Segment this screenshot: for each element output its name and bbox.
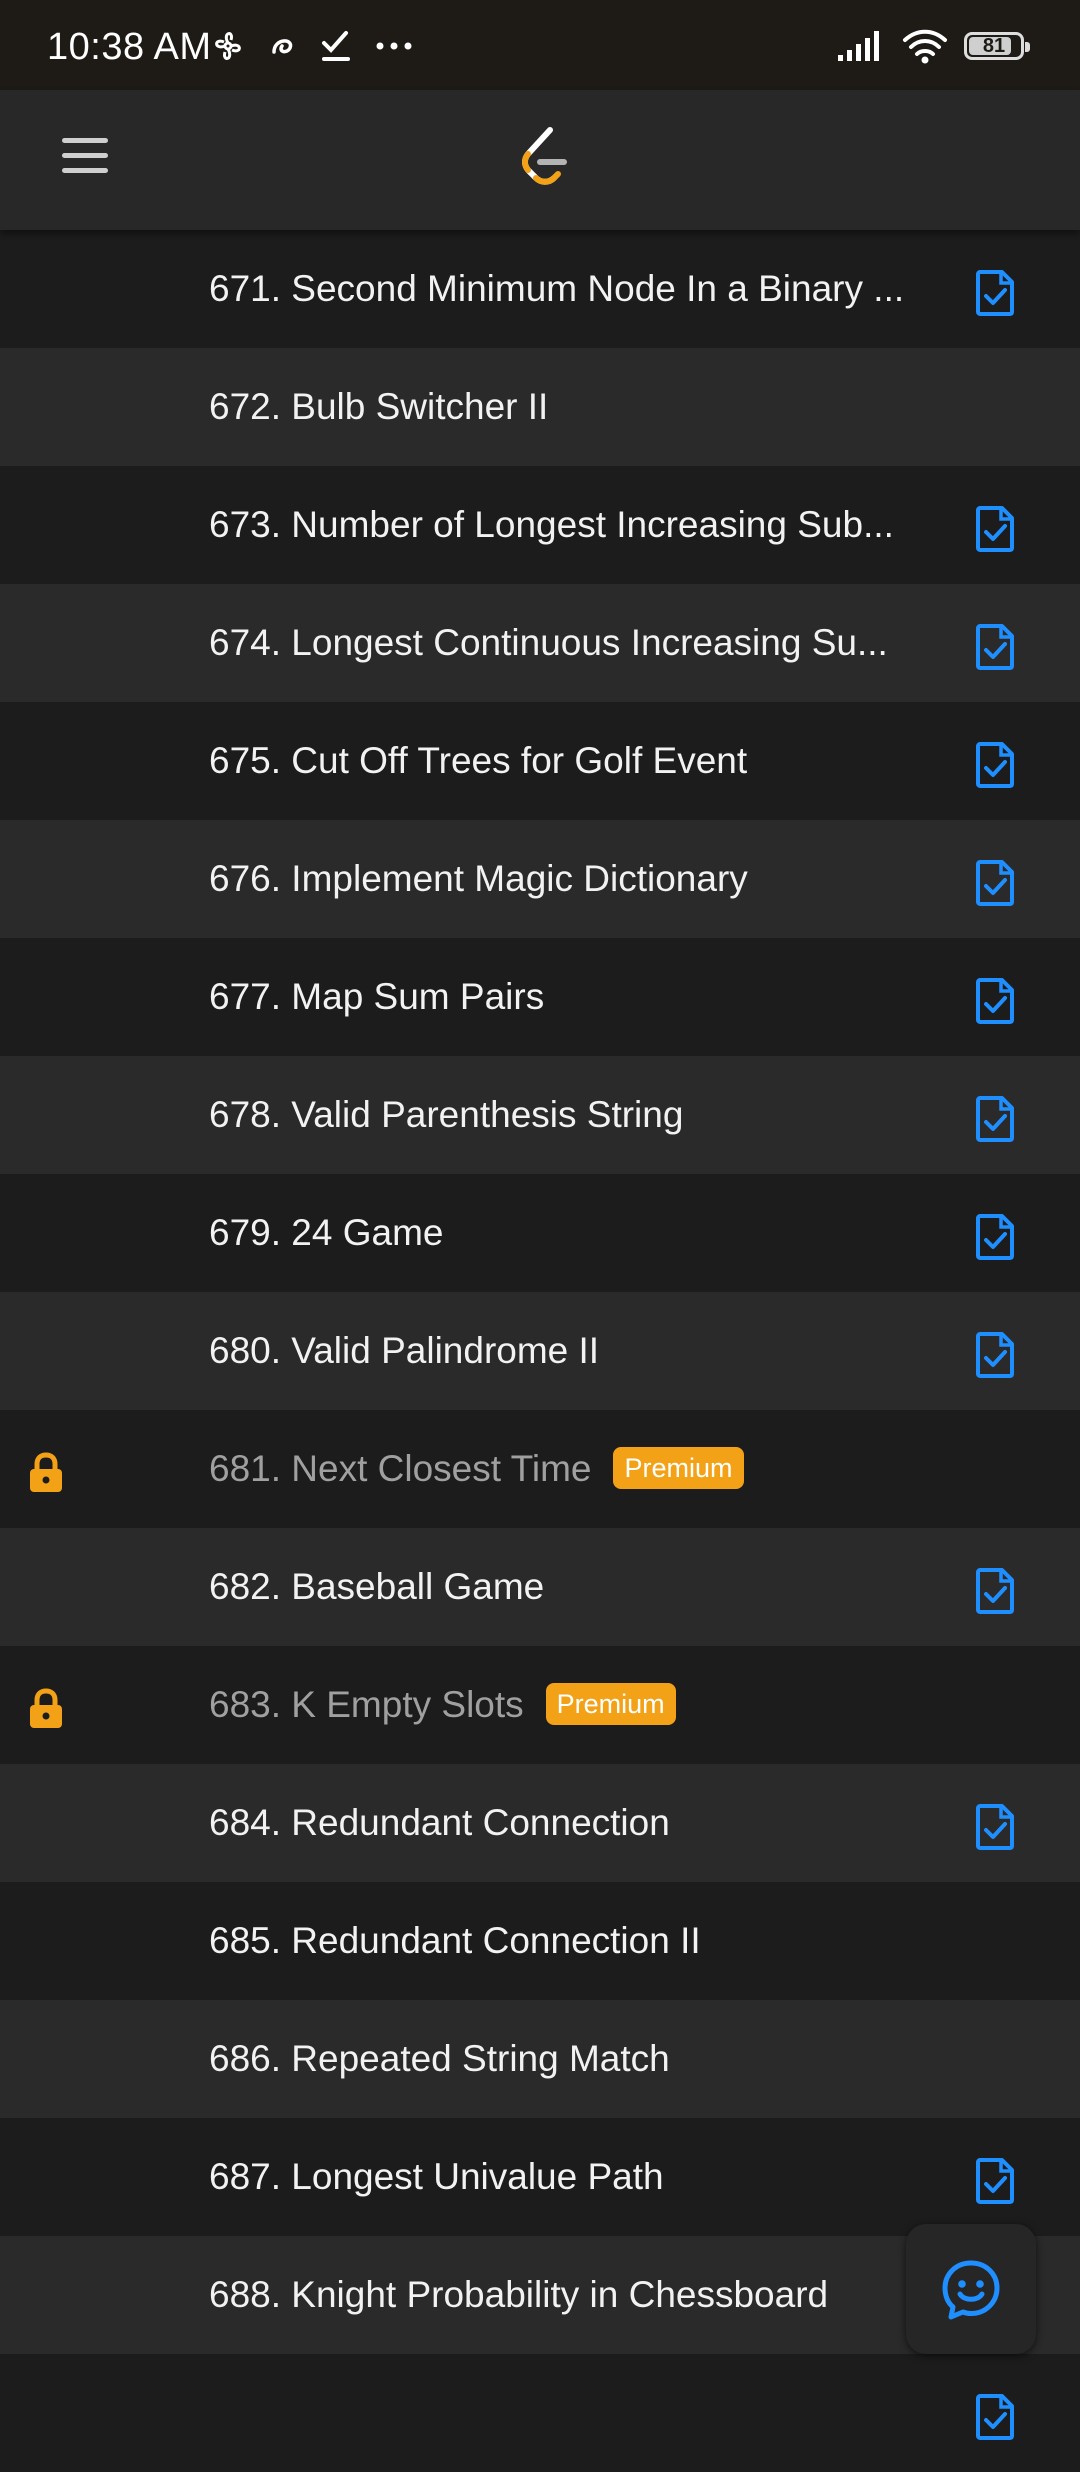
problem-title-text: 671. Second Minimum Node In a Binary ... bbox=[209, 268, 905, 309]
solution-check-icon[interactable] bbox=[974, 2158, 1016, 2204]
fan-icon bbox=[215, 32, 241, 60]
problem-title: 680. Valid Palindrome II bbox=[209, 1292, 599, 1410]
problem-row[interactable]: 673. Number of Longest Increasing Sub... bbox=[0, 466, 1080, 584]
lock-icon bbox=[26, 1452, 66, 1494]
swirl-icon bbox=[272, 39, 293, 54]
premium-badge: Premium bbox=[545, 1683, 676, 1726]
problem-title: 678. Valid Parenthesis String bbox=[209, 1056, 683, 1174]
problem-title-text: 684. Redundant Connection bbox=[209, 1802, 670, 1843]
problem-row[interactable]: 683. K Empty Slots Premium bbox=[0, 1646, 1080, 1764]
problem-title: 674. Longest Continuous Increasing Su... bbox=[209, 584, 888, 702]
problem-title-text: 686. Repeated String Match bbox=[209, 2038, 670, 2079]
battery-level: 81 bbox=[982, 34, 1006, 57]
signal-icon bbox=[838, 31, 879, 61]
hamburger-menu-icon[interactable] bbox=[62, 138, 108, 182]
solution-check-icon[interactable] bbox=[974, 978, 1016, 1024]
problem-row[interactable]: 672. Bulb Switcher II bbox=[0, 348, 1080, 466]
problem-list: 671. Second Minimum Node In a Binary ...… bbox=[0, 230, 1080, 2472]
problem-title: 686. Repeated String Match bbox=[209, 2000, 670, 2118]
status-system-icons: 81 bbox=[836, 28, 1030, 64]
solution-check-icon[interactable] bbox=[974, 624, 1016, 670]
problem-title-text: 685. Redundant Connection II bbox=[209, 1920, 701, 1961]
problem-title-text: 687. Longest Univalue Path bbox=[209, 2156, 664, 2197]
solution-check-icon[interactable] bbox=[974, 1804, 1016, 1850]
problem-title-text: 676. Implement Magic Dictionary bbox=[209, 858, 748, 899]
problem-row[interactable]: 679. 24 Game bbox=[0, 1174, 1080, 1292]
problem-title: 672. Bulb Switcher II bbox=[209, 348, 548, 466]
problem-row[interactable]: 674. Longest Continuous Increasing Su... bbox=[0, 584, 1080, 702]
more-icon bbox=[376, 42, 412, 50]
problem-title: 684. Redundant Connection bbox=[209, 1764, 670, 1882]
solution-check-icon[interactable] bbox=[974, 1332, 1016, 1378]
problem-row[interactable]: 671. Second Minimum Node In a Binary ... bbox=[0, 230, 1080, 348]
problem-title-text: 683. K Empty Slots bbox=[209, 1684, 524, 1725]
chat-button[interactable] bbox=[906, 2224, 1036, 2354]
solution-check-icon[interactable] bbox=[974, 270, 1016, 316]
problem-row[interactable]: 682. Baseball Game bbox=[0, 1528, 1080, 1646]
problem-title: 687. Longest Univalue Path bbox=[209, 2118, 664, 2236]
problem-row[interactable]: 675. Cut Off Trees for Golf Event bbox=[0, 702, 1080, 820]
problem-title: 675. Cut Off Trees for Golf Event bbox=[209, 702, 747, 820]
leetcode-logo[interactable] bbox=[516, 126, 572, 194]
problem-title: 673. Number of Longest Increasing Sub... bbox=[209, 466, 894, 584]
solution-check-icon[interactable] bbox=[974, 1214, 1016, 1260]
problem-title: 681. Next Closest Time Premium bbox=[209, 1410, 744, 1528]
problem-row[interactable]: 677. Map Sum Pairs bbox=[0, 938, 1080, 1056]
solution-check-icon[interactable] bbox=[974, 742, 1016, 788]
premium-badge: Premium bbox=[613, 1447, 744, 1490]
status-notification-icons bbox=[210, 28, 414, 64]
status-time: 10:38 AM bbox=[47, 26, 212, 68]
problem-row[interactable]: 687. Longest Univalue Path bbox=[0, 2118, 1080, 2236]
solution-check-icon[interactable] bbox=[974, 2394, 1016, 2440]
problem-title-text: 682. Baseball Game bbox=[209, 1566, 545, 1607]
battery-icon: 81 bbox=[964, 32, 1030, 60]
problem-title-text: 680. Valid Palindrome II bbox=[209, 1330, 600, 1371]
status-bar: 10:38 AM 81 bbox=[0, 0, 1080, 90]
solution-check-icon[interactable] bbox=[974, 1568, 1016, 1614]
problem-row[interactable]: 678. Valid Parenthesis String bbox=[0, 1056, 1080, 1174]
problem-title: 679. 24 Game bbox=[209, 1174, 443, 1292]
chat-smile-icon bbox=[942, 2260, 1000, 2320]
problem-title: 671. Second Minimum Node In a Binary ... bbox=[209, 230, 904, 348]
problem-title: 677. Map Sum Pairs bbox=[209, 938, 544, 1056]
problem-title: 688. Knight Probability in Chessboard bbox=[209, 2236, 828, 2354]
problem-title-text: 677. Map Sum Pairs bbox=[209, 976, 545, 1017]
problem-row[interactable]: 684. Redundant Connection bbox=[0, 1764, 1080, 1882]
problem-title-text: 679. 24 Game bbox=[209, 1212, 444, 1253]
solution-check-icon[interactable] bbox=[974, 1096, 1016, 1142]
problem-title: 685. Redundant Connection II bbox=[209, 1882, 701, 2000]
problem-title-text: 688. Knight Probability in Chessboard bbox=[209, 2274, 829, 2315]
problem-title-text: 673. Number of Longest Increasing Sub... bbox=[209, 504, 894, 545]
problem-row[interactable]: 676. Implement Magic Dictionary bbox=[0, 820, 1080, 938]
app-header bbox=[0, 90, 1080, 230]
problem-row[interactable]: 680. Valid Palindrome II bbox=[0, 1292, 1080, 1410]
problem-title: 676. Implement Magic Dictionary bbox=[209, 820, 748, 938]
problem-title: 682. Baseball Game bbox=[209, 1528, 544, 1646]
problem-row[interactable] bbox=[0, 2354, 1080, 2472]
problem-title-text: 681. Next Closest Time bbox=[209, 1448, 592, 1489]
solution-check-icon[interactable] bbox=[974, 860, 1016, 906]
problem-title-text: 672. Bulb Switcher II bbox=[209, 386, 549, 427]
problem-title-text: 675. Cut Off Trees for Golf Event bbox=[209, 740, 748, 781]
problem-row[interactable]: 685. Redundant Connection II bbox=[0, 1882, 1080, 2000]
wifi-icon bbox=[903, 29, 947, 64]
problem-title-text: 674. Longest Continuous Increasing Su... bbox=[209, 622, 888, 663]
lock-icon bbox=[26, 1688, 66, 1730]
check-icon bbox=[322, 31, 350, 61]
problem-row[interactable]: 686. Repeated String Match bbox=[0, 2000, 1080, 2118]
solution-check-icon[interactable] bbox=[974, 506, 1016, 552]
problem-title-text: 678. Valid Parenthesis String bbox=[209, 1094, 684, 1135]
problem-title: 683. K Empty Slots Premium bbox=[209, 1646, 676, 1764]
problem-row[interactable]: 681. Next Closest Time Premium bbox=[0, 1410, 1080, 1528]
